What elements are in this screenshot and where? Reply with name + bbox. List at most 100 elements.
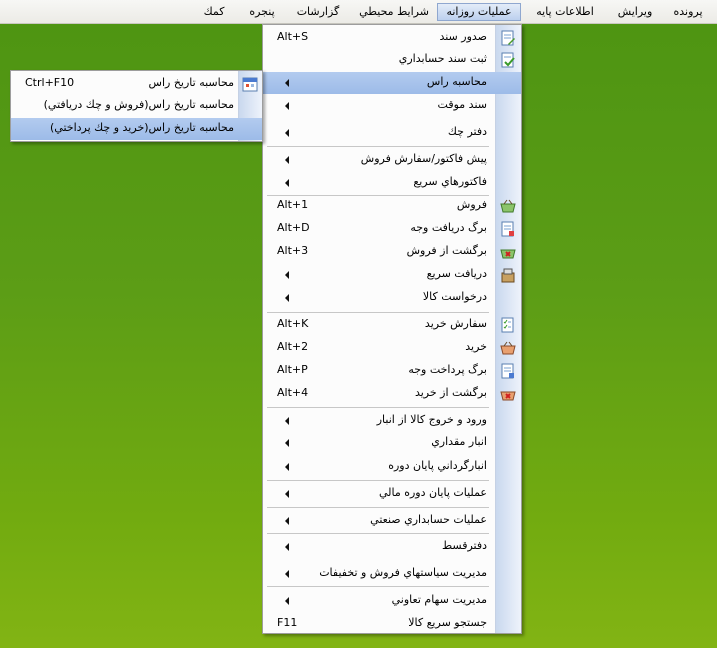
menu-separator	[267, 407, 489, 408]
shortcut-label: Alt+4	[277, 386, 309, 399]
menu-item-fiscal-end[interactable]: عمليات پايان دوره مالي	[263, 483, 521, 505]
menu-item-temp-document[interactable]: سند موقت	[263, 95, 521, 117]
menu-item-label: سفارش خريد	[424, 317, 487, 330]
basket-icon	[500, 199, 516, 213]
menu-item-purchase-return[interactable]: Alt+4 برگشت از خريد	[263, 383, 521, 405]
submenu-arrow-icon	[285, 129, 289, 137]
menu-item-issue-document[interactable]: Alt+S صدور سند	[263, 27, 521, 49]
shortcut-label: Alt+1	[277, 198, 309, 211]
cash-register-icon	[501, 268, 515, 283]
menu-reports[interactable]: گزارشات	[288, 3, 348, 21]
menu-item-label: دفترقسط	[441, 539, 487, 552]
basket-return-icon	[500, 249, 516, 259]
menu-item-quantity-warehouse[interactable]: انبار مقداري	[263, 432, 521, 454]
menu-item-due-calculation[interactable]: محاسبه راس	[263, 72, 521, 94]
menu-item-preinvoice[interactable]: پيش فاكتور/سفارش فروش	[263, 149, 521, 171]
submenu-item-due-date-purchase[interactable]: محاسبه تاريخ راس(خريد و چك پرداختي)	[11, 118, 262, 140]
submenu-arrow-icon	[285, 294, 289, 302]
basket-cancel-icon	[500, 391, 516, 401]
menu-item-cheque-book[interactable]: دفتر چك	[263, 122, 521, 144]
shortcut-label: Alt+S	[277, 30, 309, 43]
menu-item-label: برگ پرداخت وجه	[408, 363, 487, 376]
menu-item-label: انبار مقداري	[431, 435, 487, 448]
menu-item-goods-request[interactable]: درخواست كالا	[263, 287, 521, 309]
due-calculation-submenu: Ctrl+F10 محاسبه تاريخ راس محاسبه تاريخ ر…	[10, 70, 263, 142]
shortcut-label: Alt+P	[277, 363, 308, 376]
submenu-arrow-icon	[285, 439, 289, 447]
menu-item-label: فاكتورهاي سريع	[413, 175, 487, 188]
menu-item-sales-policy[interactable]: مديريت سياستهاي فروش و تخفيفات	[263, 563, 521, 585]
menu-item-label: جستجو سريع كالا	[408, 616, 487, 629]
menu-item-purchase[interactable]: Alt+2 خريد	[263, 337, 521, 359]
menu-item-industrial-accounting[interactable]: عمليات حسابداري صنعتي	[263, 510, 521, 532]
menu-item-label: درخواست كالا	[422, 290, 487, 303]
menu-daily-operations[interactable]: عمليات روزانه	[437, 3, 521, 21]
menu-item-label: ورود و خروج كالا از انبار	[376, 413, 487, 426]
menu-item-installment[interactable]: دفترقسط	[263, 536, 521, 558]
submenu-item-due-date-sales[interactable]: محاسبه تاريخ راس(فروش و چك دريافتي)	[11, 95, 262, 117]
menu-item-label: برگشت از فروش	[406, 244, 487, 257]
menu-item-quick-search[interactable]: F11 جستجو سريع كالا	[263, 613, 521, 635]
menu-item-label: عمليات پايان دوره مالي	[378, 486, 487, 499]
menu-item-label: سند موقت	[437, 98, 487, 111]
shortcut-label: Ctrl+F10	[25, 76, 75, 89]
menu-separator	[267, 312, 489, 313]
menu-item-quick-receipt[interactable]: دريافت سريع	[263, 264, 521, 286]
submenu-arrow-icon	[285, 517, 289, 525]
checklist-icon	[501, 317, 514, 333]
menu-item-label: مديريت سياستهاي فروش و تخفيفات	[319, 566, 487, 579]
menu-item-purchase-order[interactable]: Alt+K سفارش خريد	[263, 314, 521, 336]
menu-item-label: برگ دريافت وجه	[410, 221, 487, 234]
menu-separator	[267, 533, 489, 534]
menu-item-quick-invoices[interactable]: فاكتورهاي سريع	[263, 172, 521, 194]
menu-item-label: دفتر چك	[447, 125, 487, 138]
menu-help[interactable]: كمك	[194, 3, 234, 21]
submenu-arrow-icon	[285, 156, 289, 164]
menu-separator	[267, 146, 489, 147]
menu-item-label: خريد	[465, 340, 487, 353]
submenu-arrow-icon	[285, 271, 289, 279]
menu-item-label: محاسبه تاريخ راس(فروش و چك دريافتي)	[43, 98, 234, 111]
daily-operations-dropdown: Alt+S صدور سند ثبت سند حسابداري محاسبه ر…	[262, 24, 522, 634]
document-edit-icon	[501, 30, 515, 46]
menu-item-label: ثبت سند حسابداري	[398, 52, 487, 65]
menu-item-stocktake[interactable]: انبارگرداني پايان دوره	[263, 456, 521, 478]
menu-item-record-accounting-document[interactable]: ثبت سند حسابداري	[263, 49, 521, 71]
submenu-arrow-icon	[285, 543, 289, 551]
shortcut-label: Alt+K	[277, 317, 309, 330]
menu-base-info[interactable]: اطلاعات پايه	[530, 3, 600, 21]
menu-edit[interactable]: ويرايش	[610, 3, 660, 21]
menu-separator	[267, 507, 489, 508]
menu-bar: پرونده ويرايش اطلاعات پايه عمليات روزانه…	[0, 0, 717, 24]
shopping-basket-icon	[500, 341, 516, 355]
submenu-arrow-icon	[285, 79, 289, 87]
menu-item-receipt-voucher[interactable]: Alt+D برگ دريافت وجه	[263, 218, 521, 240]
shortcut-label: Alt+D	[277, 221, 310, 234]
payment-document-icon	[501, 363, 514, 379]
submenu-arrow-icon	[285, 417, 289, 425]
menu-item-payment-voucher[interactable]: Alt+P برگ پرداخت وجه	[263, 360, 521, 382]
menu-item-sales[interactable]: Alt+1 فروش	[263, 195, 521, 217]
shortcut-label: F11	[277, 616, 298, 629]
menu-item-label: صدور سند	[439, 30, 487, 43]
menu-item-label: مديريت سهام تعاوني	[391, 593, 487, 606]
menu-item-sales-return[interactable]: Alt+3 برگشت از فروش	[263, 241, 521, 263]
menu-item-label: عمليات حسابداري صنعتي	[370, 513, 487, 526]
submenu-arrow-icon	[285, 490, 289, 498]
menu-item-label: محاسبه راس	[426, 75, 487, 88]
submenu-arrow-icon	[285, 463, 289, 471]
menu-environment[interactable]: شرايط محيطي	[353, 3, 435, 21]
submenu-arrow-icon	[285, 570, 289, 578]
submenu-item-due-date-calc[interactable]: Ctrl+F10 محاسبه تاريخ راس	[11, 73, 262, 95]
menu-item-coop-shares[interactable]: مديريت سهام تعاوني	[263, 590, 521, 612]
document-check-icon	[501, 52, 515, 68]
menu-separator	[267, 586, 489, 587]
menu-file[interactable]: پرونده	[668, 3, 708, 21]
submenu-arrow-icon	[285, 179, 289, 187]
menu-item-label: محاسبه تاريخ راس(خريد و چك پرداختي)	[50, 121, 234, 134]
menu-window[interactable]: پنجره	[240, 3, 284, 21]
receipt-document-icon	[501, 221, 514, 237]
menu-item-warehouse-io[interactable]: ورود و خروج كالا از انبار	[263, 410, 521, 432]
shortcut-label: Alt+2	[277, 340, 309, 353]
menu-item-label: پيش فاكتور/سفارش فروش	[360, 152, 487, 165]
